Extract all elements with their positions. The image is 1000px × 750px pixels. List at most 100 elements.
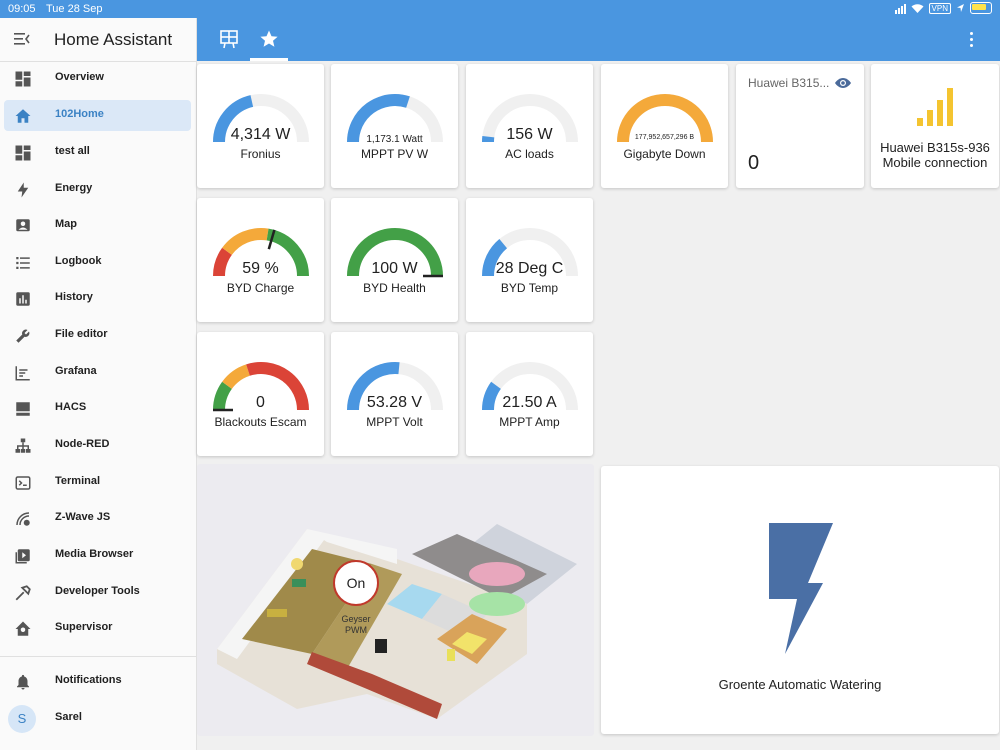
- sidebar-item-history[interactable]: History: [4, 283, 191, 314]
- gauge-value: 53.28 V: [366, 394, 423, 411]
- zwave-icon: [16, 512, 30, 526]
- play-box-icon: [15, 549, 30, 564]
- menu-collapse-icon[interactable]: [13, 31, 31, 47]
- gauge-name: Fronius: [240, 147, 281, 161]
- gauge-card-byd-health[interactable]: 100 W BYD Health: [331, 198, 458, 322]
- sidebar-item-supervisor[interactable]: Supervisor: [4, 613, 191, 644]
- sidebar-item-label: test all: [55, 145, 90, 157]
- floorplan-card[interactable]: On Geyser PWM: [197, 464, 594, 736]
- gauge-segment-orange: [222, 228, 269, 256]
- user-name: Sarel: [55, 711, 82, 723]
- gauge-value: 100 W: [371, 260, 418, 277]
- sidebar-item-label: Notifications: [55, 674, 122, 686]
- sidebar-header: Home Assistant: [0, 18, 196, 62]
- status-icons: VPN: [894, 2, 992, 14]
- gauge-card-blackouts-escam[interactable]: 0 Blackouts Escam: [197, 332, 324, 456]
- sidebar-item-terminal[interactable]: Terminal: [4, 467, 191, 498]
- sidebar-item-notifications[interactable]: Notifications: [4, 666, 191, 697]
- sensor-name: Huawei B315...: [748, 76, 830, 90]
- active-tab-indicator: [250, 58, 288, 61]
- status-bar: 09:05 Tue 28 Sep VPN: [0, 0, 1000, 18]
- cellular-signal-icon: [894, 3, 906, 14]
- sidebar-item-label: History: [55, 291, 93, 303]
- sidebar-item-label: Supervisor: [55, 621, 113, 633]
- sidebar-item-label: Overview: [55, 71, 104, 83]
- gauge-card-fronius[interactable]: 4,314 W Fronius: [197, 64, 324, 188]
- gauge-value: 0: [256, 394, 265, 411]
- sidebar-item-developer-tools[interactable]: Developer Tools: [4, 577, 191, 608]
- watering-name: Groente Automatic Watering: [718, 677, 882, 692]
- sidebar-item-file-editor[interactable]: File editor: [4, 320, 191, 351]
- sidebar-item-label: Map: [55, 218, 77, 230]
- gauge-card-mppt-volt[interactable]: 53.28 V MPPT Volt: [331, 332, 458, 456]
- huawei-sensor-card[interactable]: Huawei B315... 0: [736, 64, 864, 188]
- sidebar: Home Assistant Overview 102Home test all En…: [0, 18, 197, 750]
- gauge-value: 21.50 A: [502, 394, 557, 411]
- connection-name: Huawei B315s-936: [880, 140, 990, 155]
- sidebar-item-user[interactable]: Sarel: [4, 703, 191, 734]
- sidebar-divider: [0, 656, 196, 657]
- sidebar-item-label: Logbook: [55, 255, 102, 267]
- home-icon: [15, 109, 31, 123]
- status-time: 09:05: [8, 3, 36, 15]
- battery-icon: [970, 2, 992, 14]
- chart-line-icon: [15, 366, 30, 381]
- home-assistant-icon: [15, 621, 31, 636]
- sidebar-item-grafana[interactable]: Grafana: [4, 357, 191, 388]
- gauge-value: 59 %: [242, 260, 279, 277]
- sidebar-item-102home[interactable]: 102Home: [4, 100, 191, 131]
- sidebar-item-label: Terminal: [55, 475, 101, 487]
- hacs-icon: [16, 402, 30, 416]
- sidebar-item-media-browser[interactable]: Media Browser: [4, 540, 191, 571]
- sidebar-item-z-wave-js[interactable]: Z-Wave JS: [4, 503, 191, 534]
- tab-floorplan-dashboard-icon[interactable]: [219, 29, 239, 49]
- lightning-bolt-icon: [769, 523, 833, 654]
- lightning-icon: [17, 182, 29, 198]
- sidebar-item-label: File editor: [55, 328, 108, 340]
- sidebar-item-test-all[interactable]: test all: [4, 137, 191, 168]
- sidebar-item-map[interactable]: Map: [4, 210, 191, 241]
- gauge-card-gigabyte-down[interactable]: 177,952,657,296 B Gigabyte Down: [601, 64, 728, 188]
- gauge-segment-orange: [222, 364, 251, 390]
- location-icon: [957, 4, 964, 12]
- sidebar-item-hacs[interactable]: HACS: [4, 393, 191, 424]
- sidebar-item-overview[interactable]: Overview: [4, 63, 191, 94]
- sidebar-item-label: 102Home: [55, 108, 104, 120]
- dashboard-icon: [15, 71, 31, 87]
- gauge-name: MPPT Amp: [499, 415, 560, 429]
- sidebar-item-label: Z-Wave JS: [55, 511, 111, 523]
- sensor-value: 0: [748, 152, 760, 174]
- chart-bar-icon: [16, 292, 30, 306]
- huawei-connection-card[interactable]: Huawei B315s-936 Mobile connection: [871, 64, 999, 188]
- hammer-icon: [15, 585, 31, 601]
- gauge-name: AC loads: [505, 147, 554, 161]
- more-options-icon[interactable]: [968, 32, 974, 48]
- tab-favorites-star-icon[interactable]: [259, 29, 279, 49]
- geyser-toggle-button[interactable]: On: [333, 560, 379, 606]
- gauge-name: Blackouts Escam: [214, 415, 307, 429]
- gauge-card-byd-temp[interactable]: 28 Deg C BYD Temp: [466, 198, 593, 322]
- sidebar-item-logbook[interactable]: Logbook: [4, 247, 191, 278]
- terminal-icon: [15, 476, 31, 490]
- top-app-bar: [197, 18, 1000, 61]
- gauge-card-mppt-amp[interactable]: 21.50 A MPPT Amp: [466, 332, 593, 456]
- geyser-label: Geyser PWM: [341, 614, 371, 635]
- sidebar-item-label: HACS: [55, 401, 87, 413]
- gauge-card-byd-charge[interactable]: 59 % BYD Charge: [197, 198, 324, 322]
- signal-strength-icon: [917, 88, 953, 126]
- eye-icon[interactable]: [834, 76, 852, 90]
- dashboard-icon: [15, 145, 31, 161]
- gauge-card-ac-loads[interactable]: 156 W AC loads: [466, 64, 593, 188]
- list-icon: [16, 257, 30, 269]
- watering-card[interactable]: Groente Automatic Watering: [601, 466, 999, 734]
- gauge-name: BYD Charge: [226, 281, 295, 295]
- map-marker-icon: [16, 219, 30, 232]
- sidebar-item-energy[interactable]: Energy: [4, 174, 191, 205]
- gauge-name: MPPT PV W: [360, 147, 429, 161]
- gauge-value: 177,952,657,296 B: [634, 134, 695, 141]
- gauge-card-mppt-pv-w[interactable]: 1,173.1 Watt MPPT PV W: [331, 64, 458, 188]
- sitemap-icon: [15, 438, 31, 453]
- status-date: Tue 28 Sep: [46, 3, 103, 15]
- sidebar-item-node-red[interactable]: Node-RED: [4, 430, 191, 461]
- sidebar-item-label: Grafana: [55, 365, 97, 377]
